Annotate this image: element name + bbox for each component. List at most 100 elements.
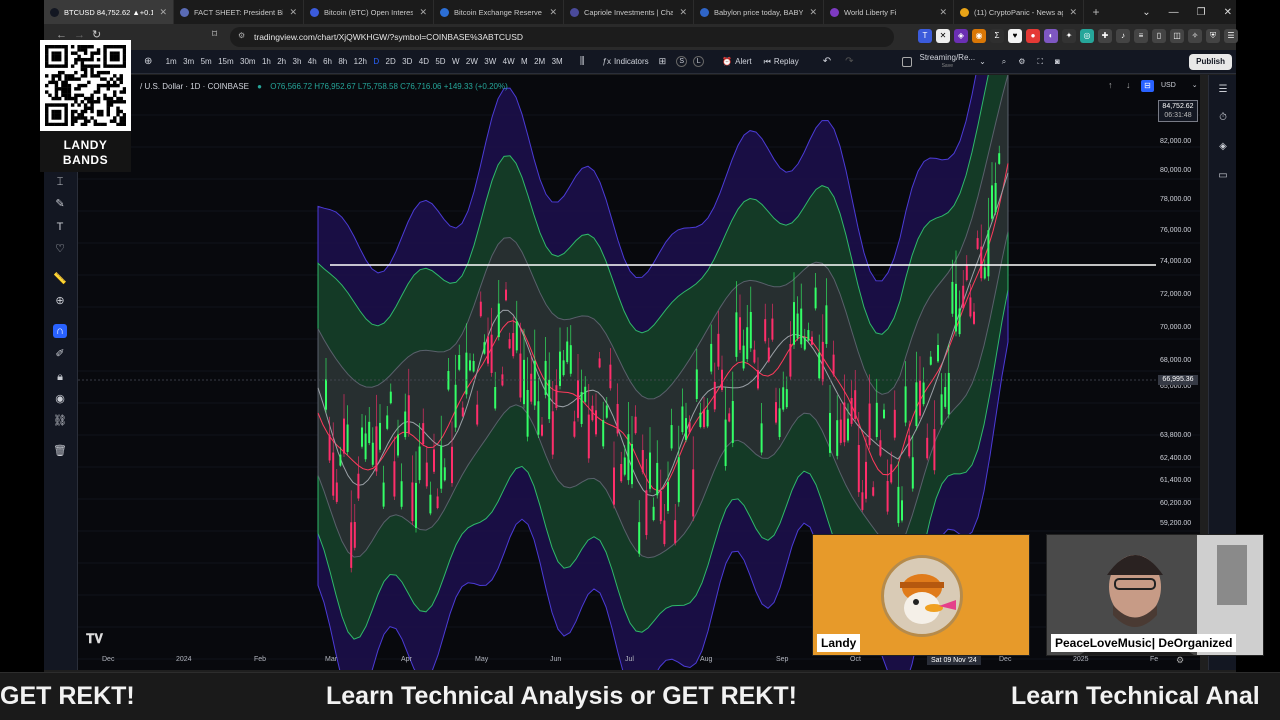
timeframe-3D[interactable]: 3D: [399, 57, 416, 66]
tab-1[interactable]: BTCUSD 84,752.62 ▲+0.1 ✕: [44, 0, 174, 24]
tab-6[interactable]: Babylon price today, BABY to ✕: [694, 0, 824, 24]
tab-4[interactable]: Bitcoin Exchange Reserve - All ✕: [434, 0, 564, 24]
heart-ext-icon[interactable]: ♥: [1008, 29, 1022, 43]
timeframe-2W[interactable]: 2W: [463, 57, 481, 66]
alerts-clock-icon[interactable]: ⏱: [1216, 112, 1230, 126]
snapshot-icon[interactable]: ◙: [1055, 57, 1060, 66]
search-icon[interactable]: ⌕: [1002, 57, 1006, 67]
tab-close-icon[interactable]: ✕: [1069, 7, 1077, 18]
timeframe-30m[interactable]: 30m: [237, 57, 259, 66]
timeframe-6h[interactable]: 6h: [320, 57, 335, 66]
timeframe-W[interactable]: W: [449, 57, 463, 66]
auto-scale-icon[interactable]: ⊟: [1141, 80, 1154, 92]
site-info-icon[interactable]: ⚙: [238, 31, 245, 40]
x-ext-icon[interactable]: ✕: [936, 29, 950, 43]
layout-dropdown-icon[interactable]: ⌄: [979, 57, 986, 66]
watchlist-icon[interactable]: ☰: [1216, 84, 1230, 98]
templates-l-icon[interactable]: L: [693, 56, 705, 67]
layout-checkbox-icon[interactable]: [901, 56, 912, 67]
indicators-button[interactable]: ƒx Indicators: [597, 57, 655, 66]
bookmark-icon[interactable]: ⌑: [212, 29, 217, 40]
maximize-icon[interactable]: ❐: [1197, 7, 1206, 18]
timeframe-12h[interactable]: 12h: [350, 57, 370, 66]
timeframe-2h[interactable]: 2h: [274, 57, 289, 66]
scroll-up-icon[interactable]: ↑: [1108, 80, 1113, 90]
chat-icon[interactable]: ▭: [1216, 170, 1230, 184]
text-tool-icon[interactable]: T: [53, 220, 67, 234]
timeframe-4h[interactable]: 4h: [305, 57, 320, 66]
timeframe-5D[interactable]: 5D: [432, 57, 449, 66]
timeframe-8h[interactable]: 8h: [335, 57, 350, 66]
brave-ext-icon[interactable]: ✧: [1188, 29, 1202, 43]
trash-icon[interactable]: 🗑: [53, 444, 67, 458]
timeframe-4D[interactable]: 4D: [416, 57, 433, 66]
timeframe-4W[interactable]: 4W: [499, 57, 517, 66]
phantom-ext-icon[interactable]: ◉: [972, 29, 986, 43]
undo-icon[interactable]: ↶: [823, 56, 831, 67]
address-input[interactable]: ⚙ tradingview.com/chart/XjQWKHGW/?symbol…: [230, 27, 894, 47]
compass-ext-icon[interactable]: ✦: [1062, 29, 1076, 43]
tab-8[interactable]: (11) CryptoPanic - News aggre ✕: [954, 0, 1084, 24]
timeframe-3M[interactable]: 3M: [548, 57, 566, 66]
close-window-icon[interactable]: ✕: [1224, 7, 1232, 18]
menu-icon[interactable]: ☰: [1224, 29, 1238, 43]
tab-close-icon[interactable]: ✕: [809, 7, 817, 18]
wallet-ext-icon[interactable]: ◐: [1044, 29, 1058, 43]
tab-list-icon[interactable]: ⌄: [1142, 7, 1150, 18]
layers-icon[interactable]: ◈: [1216, 141, 1230, 155]
measure-icon[interactable]: ⌶: [53, 175, 67, 189]
tab-close-icon[interactable]: ✕: [159, 7, 167, 18]
timeframe-3h[interactable]: 3h: [289, 57, 304, 66]
magnet-icon[interactable]: ∩: [53, 324, 67, 338]
tab-7[interactable]: World Liberty Fi ✕: [824, 0, 954, 24]
alert-button[interactable]: ⏰ Alert: [716, 57, 757, 66]
music-ext-icon[interactable]: ♪: [1116, 29, 1130, 43]
fullscreen-icon[interactable]: ⛶: [1037, 57, 1043, 67]
replay-button[interactable]: ⏮ Replay: [758, 57, 805, 67]
tab-close-icon[interactable]: ✕: [939, 7, 947, 18]
tab-close-icon[interactable]: ✕: [549, 7, 557, 18]
playlist-ext-icon[interactable]: ≡: [1134, 29, 1148, 43]
timeframe-3W[interactable]: 3W: [481, 57, 499, 66]
rabby-ext-icon[interactable]: ●: [1026, 29, 1040, 43]
tab-close-icon[interactable]: ✕: [679, 7, 687, 18]
ruler-icon[interactable]: 📏: [53, 272, 67, 286]
timeframe-5m[interactable]: 5m: [197, 57, 215, 66]
sigma-ext-icon[interactable]: Σ: [990, 29, 1004, 43]
new-tab-icon[interactable]: +: [1084, 5, 1108, 19]
split-ext-icon[interactable]: ◫: [1170, 29, 1184, 43]
eye-icon[interactable]: ◉: [53, 392, 67, 406]
templates-s-icon[interactable]: S: [676, 56, 688, 67]
minimize-icon[interactable]: —: [1169, 7, 1179, 18]
time-settings-icon[interactable]: ⚙: [1176, 655, 1184, 666]
timeframe-2D[interactable]: 2D: [382, 57, 399, 66]
shield-ext-icon[interactable]: ⛨: [1206, 29, 1220, 43]
timeframe-1h[interactable]: 1h: [259, 57, 274, 66]
zoom-icon[interactable]: ⊕: [53, 294, 67, 308]
metamask-ext-icon[interactable]: ◈: [954, 29, 968, 43]
timeframe-15m[interactable]: 15m: [215, 57, 237, 66]
link-icon[interactable]: ⛓: [53, 414, 67, 428]
scroll-down-icon[interactable]: ↓: [1126, 80, 1131, 90]
settings-icon[interactable]: ⚙: [1018, 57, 1025, 66]
layout-name[interactable]: Streaming/Re... Save: [920, 53, 976, 70]
candle-type-icon[interactable]: ⫼: [580, 56, 585, 67]
redo-icon[interactable]: ↷: [845, 56, 853, 67]
globe-ext-icon[interactable]: ◎: [1080, 29, 1094, 43]
lock-icon[interactable]: 🔒︎: [53, 370, 67, 384]
timeframe-3m[interactable]: 3m: [180, 57, 198, 66]
legend-symbol[interactable]: / U.S. Dollar · 1D · COINBASE: [140, 82, 249, 91]
publish-button[interactable]: Publish: [1189, 54, 1232, 70]
tab-close-icon[interactable]: ✕: [419, 7, 427, 18]
timeframe-M[interactable]: M: [518, 57, 531, 66]
tab-close-icon[interactable]: ✕: [289, 7, 297, 18]
timeframe-D[interactable]: D: [370, 57, 382, 66]
brush-icon[interactable]: ✎: [53, 197, 67, 211]
timeframe-1m[interactable]: 1m: [162, 57, 180, 66]
price-chart[interactable]: [78, 75, 1200, 670]
heart-pattern-icon[interactable]: ♡: [53, 242, 67, 256]
timeframe-2M[interactable]: 2M: [531, 57, 549, 66]
currency-selector[interactable]: USD ⌄: [1157, 80, 1203, 92]
chart-canvas[interactable]: [78, 75, 1200, 670]
tab-5[interactable]: Capriole Investments | Charts ✕: [564, 0, 694, 24]
